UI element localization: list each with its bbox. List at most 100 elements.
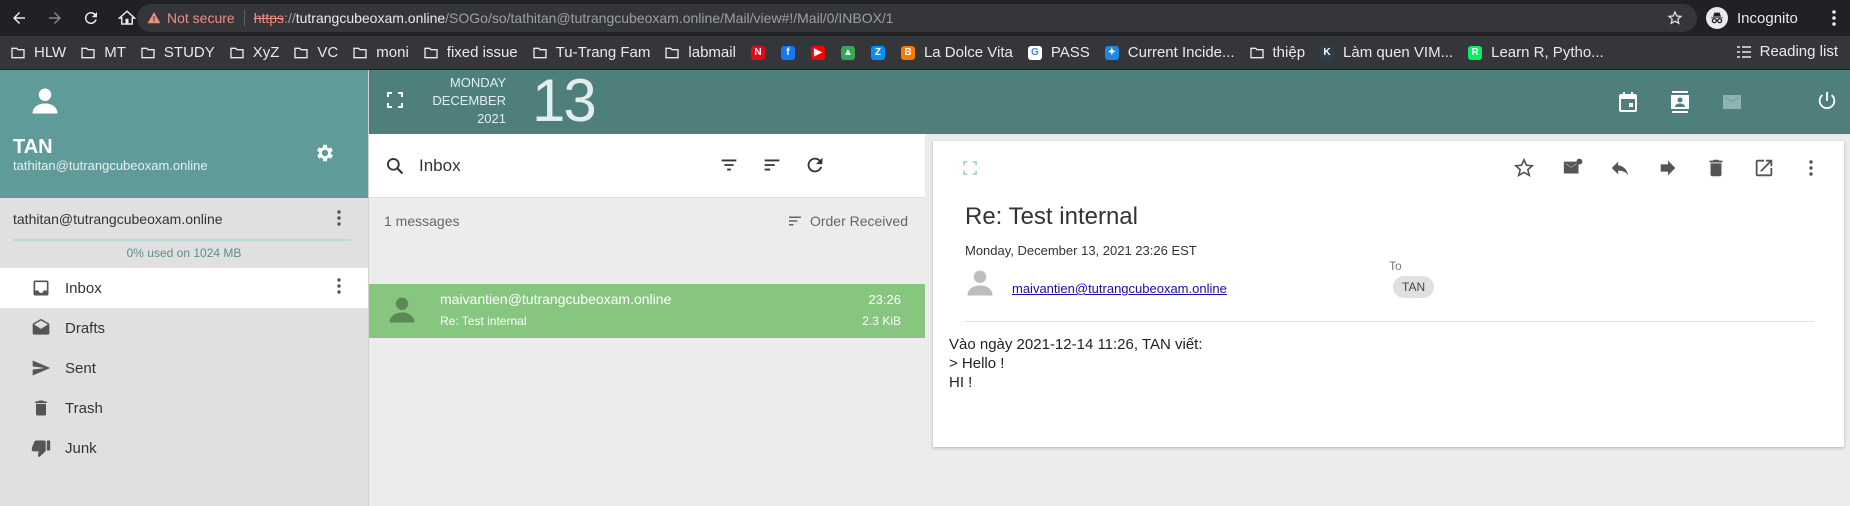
account-menu-button[interactable]: [330, 209, 348, 227]
trash-icon: [30, 397, 52, 419]
filter-icon: [721, 159, 737, 171]
bookmark-label: Tu-Trang Fam: [555, 44, 651, 61]
date-day: 13: [532, 67, 597, 134]
forward-button[interactable]: [38, 0, 72, 36]
fullscreen-button[interactable]: [387, 92, 403, 108]
bookmark-item[interactable]: fixed issue: [423, 44, 518, 61]
bookmark-item[interactable]: STUDY: [140, 44, 215, 61]
not-secure-label[interactable]: Not secure: [167, 10, 235, 26]
bookmark-item[interactable]: G PASS: [1027, 44, 1090, 61]
search-button[interactable]: [385, 156, 405, 176]
trash-icon: [1709, 159, 1723, 177]
filter-button[interactable]: [718, 154, 740, 176]
folder-menu-button[interactable]: [330, 277, 348, 295]
fullscreen-icon: [963, 161, 977, 175]
refresh-button[interactable]: [804, 154, 826, 176]
bookmark-label: Làm quen VIM...: [1343, 44, 1454, 61]
bookmark-item[interactable]: f: [780, 45, 796, 61]
url-path: /SOGo/so/tathitan@tutrangcubeoxam.online…: [445, 10, 894, 26]
bookmark-item[interactable]: Z: [870, 45, 886, 61]
google-icon: G: [1027, 45, 1043, 61]
search-row: Inbox: [369, 134, 925, 198]
bookmark-item[interactable]: HLW: [10, 44, 66, 61]
contacts-app-button[interactable]: [1668, 90, 1692, 114]
reload-button[interactable]: [74, 0, 108, 36]
bookmark-label: HLW: [34, 44, 67, 61]
folder-label: Sent: [65, 359, 96, 377]
bookmark-star-button[interactable]: [1667, 10, 1683, 26]
bookmark-item[interactable]: MT: [80, 44, 126, 61]
sort-button[interactable]: [761, 154, 783, 176]
back-button[interactable]: [2, 0, 36, 36]
date-month: DECEMBER: [432, 93, 506, 108]
user-panel: TAN tathitan@tutrangcubeoxam.online: [0, 70, 368, 198]
date-year: 2021: [477, 111, 506, 126]
reload-icon: [84, 12, 97, 25]
message-more-button[interactable]: [1803, 157, 1819, 179]
logout-button[interactable]: [1816, 90, 1838, 112]
bookmark-item[interactable]: Tu-Trang Fam: [532, 44, 651, 61]
bookmark-item[interactable]: thiệp: [1249, 44, 1305, 61]
user-avatar-icon: [30, 86, 60, 116]
folder-item-drafts[interactable]: Drafts: [0, 308, 368, 348]
incognito-indicator[interactable]: Incognito: [1706, 4, 1798, 32]
bookmark-item[interactable]: R Learn R, Pytho...: [1467, 44, 1604, 61]
bookmark-label: PASS: [1050, 44, 1090, 61]
calendar-icon: [1619, 92, 1637, 112]
forward-message-button[interactable]: [1657, 157, 1679, 179]
sender-avatar-icon: [965, 268, 995, 298]
sender-avatar-icon: [387, 295, 417, 325]
recipient-chip[interactable]: TAN: [1393, 276, 1435, 298]
folder-item-inbox[interactable]: Inbox: [0, 268, 368, 308]
bookmark-label: MT: [104, 44, 126, 61]
sort-icon: [764, 159, 780, 171]
bookmark-label: Learn R, Pytho...: [1491, 44, 1604, 61]
expand-viewer-button[interactable]: [963, 161, 977, 175]
bookmark-item[interactable]: VC: [293, 44, 338, 61]
bookmark-label: moni: [376, 44, 409, 61]
calendar-app-button[interactable]: [1616, 90, 1640, 114]
mailbox-search-label[interactable]: Inbox: [419, 156, 461, 176]
bookmark-item[interactable]: N: [750, 45, 766, 61]
flag-star-button[interactable]: [1513, 157, 1535, 179]
reading-list-button[interactable]: Reading list: [1736, 43, 1838, 60]
power-icon: [1818, 91, 1836, 109]
mark-unread-button[interactable]: [1561, 157, 1585, 179]
warning-icon: [147, 12, 161, 24]
inbox-icon: [30, 277, 52, 299]
browser-menu-button[interactable]: [1826, 9, 1842, 27]
bookmark-item[interactable]: labmail: [664, 44, 736, 61]
bookmark-item[interactable]: ▲: [840, 45, 856, 61]
folder-item-trash[interactable]: Trash: [0, 388, 368, 428]
message-list-item[interactable]: maivantien@tutrangcubeoxam.online Re: Te…: [369, 284, 925, 338]
bookmark-item[interactable]: B La Dolce Vita: [900, 44, 1013, 61]
bookmark-item[interactable]: K Làm quen VIM...: [1319, 44, 1453, 61]
sort-order-button[interactable]: Order Received: [786, 212, 908, 230]
more-vertical-icon: [1832, 10, 1836, 26]
folder-item-sent[interactable]: Sent: [0, 348, 368, 388]
drafts-icon: [30, 317, 52, 339]
bookmark-label: XyZ: [252, 44, 280, 61]
message-sender: maivantien@tutrangcubeoxam.online: [440, 291, 672, 307]
message-body[interactable]: Vào ngày 2021-12-14 11:26, TAN viết: > H…: [949, 335, 1203, 392]
home-icon: [118, 10, 136, 25]
bookmark-item[interactable]: ✦ Current Incide...: [1104, 44, 1235, 61]
quota-bar: [13, 239, 350, 241]
bookmark-item[interactable]: ▶: [810, 45, 826, 61]
delete-button[interactable]: [1705, 157, 1727, 179]
mail-icon: [1723, 95, 1741, 109]
url-text[interactable]: https://tutrangcubeoxam.online/SOGo/so/t…: [254, 10, 894, 26]
body-line: HI !: [949, 374, 973, 391]
bookmark-item[interactable]: moni: [352, 44, 409, 61]
reply-button[interactable]: [1609, 157, 1631, 179]
sender-address-link[interactable]: maivantien@tutrangcubeoxam.online: [1012, 281, 1227, 296]
folder-item-junk[interactable]: Junk: [0, 428, 368, 468]
facebook-icon: f: [780, 45, 796, 61]
account-row[interactable]: tathitan@tutrangcubeoxam.online: [0, 198, 368, 239]
bookmark-item[interactable]: XyZ: [229, 44, 280, 61]
open-in-window-button[interactable]: [1753, 157, 1775, 179]
address-bar[interactable]: Not secure https://tutrangcubeoxam.onlin…: [137, 4, 1697, 32]
body-line: Vào ngày 2021-12-14 11:26, TAN viết:: [949, 336, 1203, 353]
settings-button[interactable]: [314, 142, 336, 164]
mail-app-button[interactable]: [1720, 90, 1744, 114]
